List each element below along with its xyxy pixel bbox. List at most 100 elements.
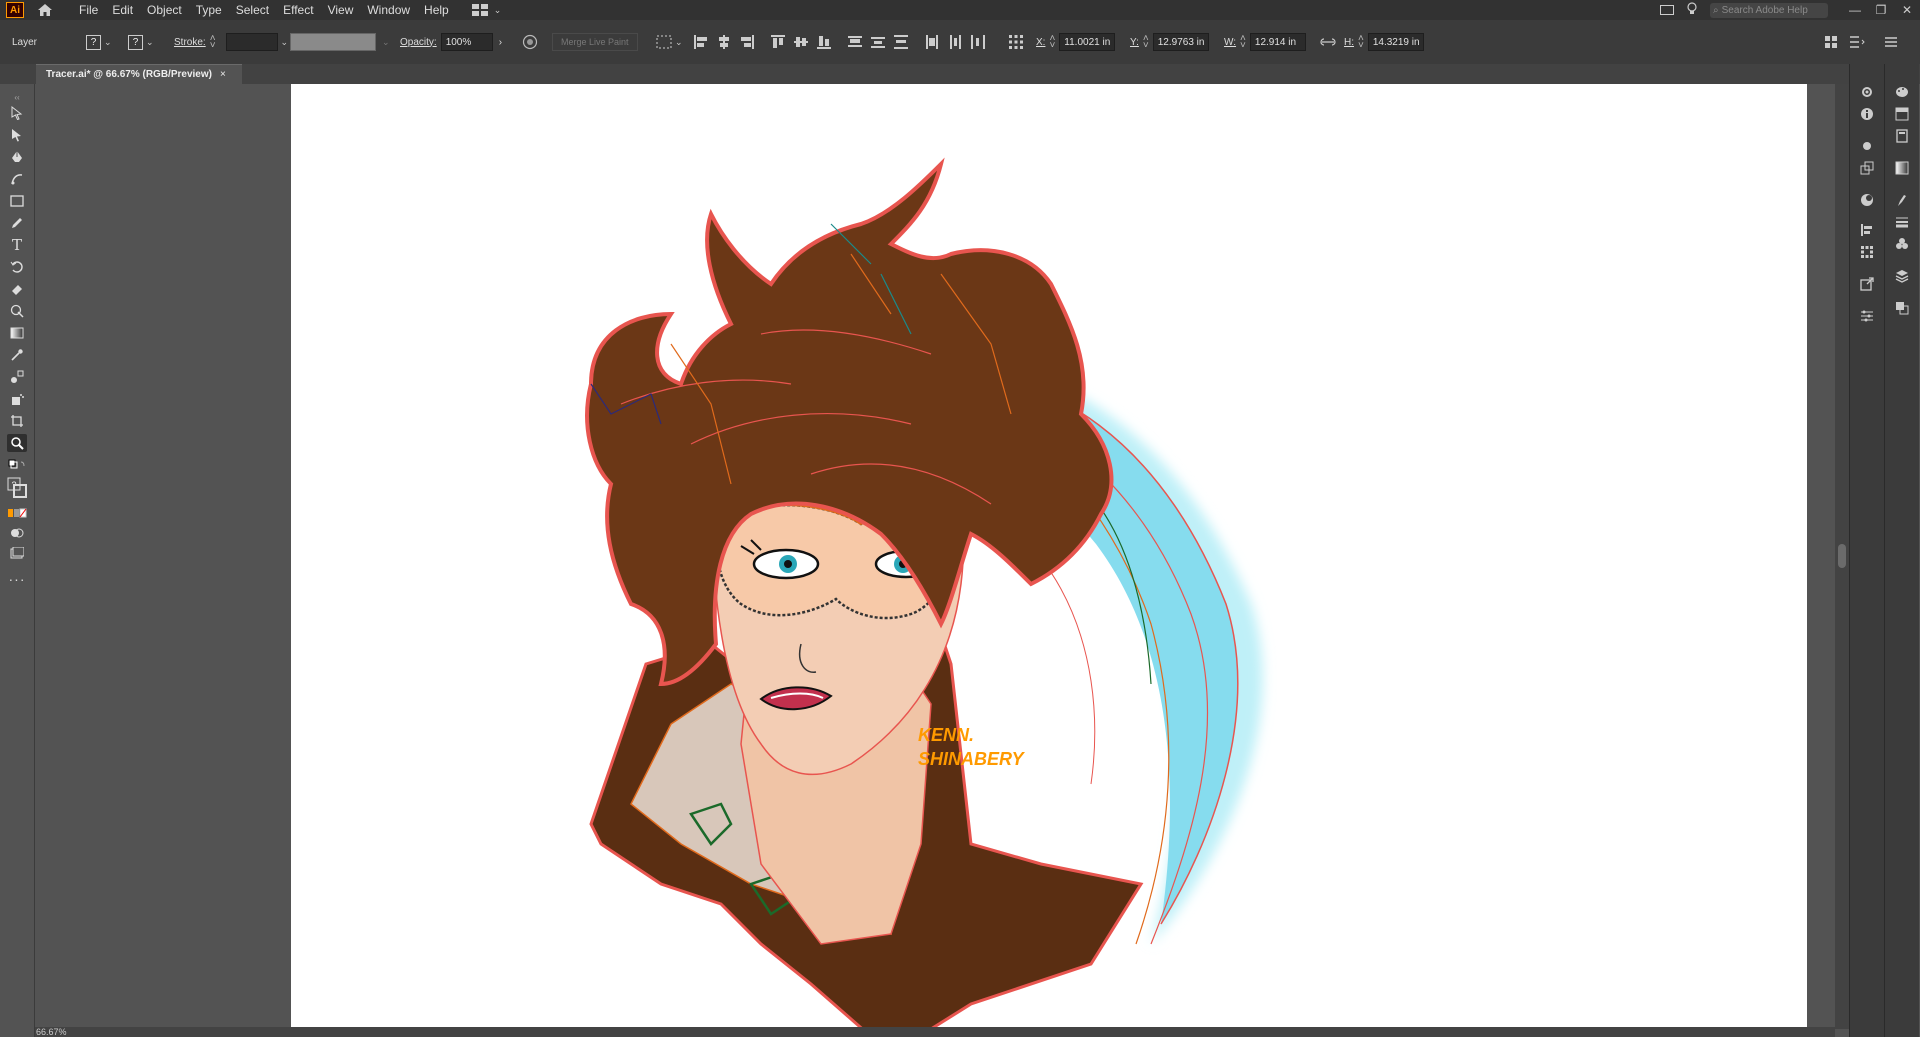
constrain-proportions-icon[interactable] xyxy=(1320,20,1336,64)
info-icon[interactable] xyxy=(1859,106,1875,122)
width-field[interactable]: 12.914 in xyxy=(1249,33,1306,51)
fill-selector[interactable]: ? ⌄ xyxy=(86,20,112,64)
stroke-panel-icon[interactable] xyxy=(1894,214,1910,230)
scroll-thumb[interactable] xyxy=(1838,544,1846,568)
properties-gear-icon[interactable] xyxy=(1859,84,1875,100)
minimize-button[interactable]: — xyxy=(1842,3,1868,17)
arrange-panels-icon[interactable] xyxy=(1824,20,1838,64)
gradient-tool-icon[interactable] xyxy=(7,324,27,342)
align-left-icon[interactable] xyxy=(694,35,708,49)
stroke-swatch[interactable]: ? xyxy=(128,34,143,50)
swatches-icon[interactable] xyxy=(1894,106,1910,122)
distribute-center-h-icon[interactable] xyxy=(948,35,962,49)
h-stepper[interactable]: ˄ ˅ xyxy=(1358,34,1364,51)
search-input[interactable]: ⌕ Search Adobe Help xyxy=(1710,2,1828,18)
shape-builder-tool-icon[interactable] xyxy=(7,302,27,320)
y-stepper[interactable]: ˄ ˅ xyxy=(1143,34,1149,51)
menu-type[interactable]: Type xyxy=(189,0,229,20)
zoom-tool-icon[interactable] xyxy=(7,434,27,452)
chevron-down-icon[interactable]: ⌄ xyxy=(281,37,289,48)
align-to-dropdown[interactable]: ⌄ xyxy=(656,20,683,64)
drawing-mode-icon[interactable] xyxy=(7,524,27,542)
curvature-tool-icon[interactable] xyxy=(7,170,27,188)
grid-icon[interactable] xyxy=(1859,244,1875,260)
layers-icon[interactable] xyxy=(1894,268,1910,284)
fill-stroke-swatches[interactable]: ? xyxy=(7,476,27,500)
sliders-icon[interactable] xyxy=(1859,308,1875,324)
align-center-v-icon[interactable] xyxy=(794,35,808,49)
rotate-tool-icon[interactable] xyxy=(7,258,27,276)
align-top-icon[interactable] xyxy=(771,35,785,49)
book-icon[interactable] xyxy=(1894,128,1910,144)
pen-tool-icon[interactable] xyxy=(7,148,27,166)
chevron-right-icon[interactable]: › xyxy=(499,37,502,48)
chevron-down-icon[interactable]: ⌄ xyxy=(382,37,390,48)
document-tab[interactable]: Tracer.ai* @ 66.67% (RGB/Preview) × xyxy=(36,64,242,84)
distribute-right-icon[interactable] xyxy=(971,35,985,49)
menu-hamburger-icon[interactable] xyxy=(1884,20,1898,64)
vertical-scrollbar[interactable] xyxy=(1835,84,1849,1029)
transform-icon[interactable] xyxy=(1859,160,1875,176)
menu-object[interactable]: Object xyxy=(140,0,189,20)
default-fill-stroke-icon[interactable] xyxy=(7,456,27,474)
home-icon[interactable] xyxy=(36,2,54,18)
artboard[interactable]: KENN. SHINABERY xyxy=(291,84,1807,1027)
panel-options-icon[interactable] xyxy=(1848,20,1866,64)
screen-mode-icon[interactable] xyxy=(7,544,27,562)
distribute-bottom-icon[interactable] xyxy=(894,35,908,49)
eyedropper-tool-icon[interactable] xyxy=(7,346,27,364)
tracer-artwork[interactable]: KENN. SHINABERY xyxy=(291,84,1807,1027)
stroke-weight-field[interactable] xyxy=(225,33,278,51)
selection-tool-icon[interactable] xyxy=(7,104,27,122)
fill-swatch[interactable]: ? xyxy=(86,34,101,50)
variable-width-profile[interactable] xyxy=(290,33,376,51)
menu-effect[interactable]: Effect xyxy=(276,0,320,20)
arrange-documents-icon[interactable] xyxy=(1660,5,1674,15)
menu-select[interactable]: Select xyxy=(229,0,276,20)
symbol-sprayer-tool-icon[interactable] xyxy=(7,390,27,408)
menu-edit[interactable]: Edit xyxy=(105,0,140,20)
transform-reference-icon[interactable] xyxy=(1008,20,1024,64)
x-stepper[interactable]: ˄ ˅ xyxy=(1049,34,1055,51)
sun-brightness-icon[interactable] xyxy=(1859,138,1875,154)
direct-selection-tool-icon[interactable] xyxy=(7,126,27,144)
color-mode-icons[interactable] xyxy=(7,504,27,522)
eraser-tool-icon[interactable] xyxy=(7,280,27,298)
color-palette-icon[interactable] xyxy=(1894,84,1910,100)
distribute-center-v-icon[interactable] xyxy=(871,35,885,49)
app-logo[interactable]: Ai xyxy=(6,2,24,18)
type-tool-icon[interactable]: T xyxy=(7,236,27,254)
close-tab-icon[interactable]: × xyxy=(220,69,226,80)
height-field[interactable]: 14.3219 in xyxy=(1367,33,1424,51)
artboards-panel-icon[interactable] xyxy=(1894,300,1910,316)
pencil-tool-icon[interactable] xyxy=(7,214,27,232)
align-bottom-icon[interactable] xyxy=(817,35,831,49)
menu-window[interactable]: Window xyxy=(360,0,417,20)
stroke-selector[interactable]: ? ⌄ xyxy=(128,20,154,64)
lightbulb-icon[interactable] xyxy=(1686,1,1698,19)
horizontal-scrollbar[interactable] xyxy=(35,1027,1835,1037)
x-field[interactable]: 11.0021 in xyxy=(1059,33,1116,51)
symbols-icon[interactable] xyxy=(1894,236,1910,252)
close-window-button[interactable]: ✕ xyxy=(1894,3,1920,17)
align-right-icon[interactable] xyxy=(740,35,754,49)
blend-tool-icon[interactable] xyxy=(7,368,27,386)
rectangle-tool-icon[interactable] xyxy=(7,192,27,210)
recolor-icon[interactable] xyxy=(522,20,538,64)
stroke-label[interactable]: Stroke: xyxy=(174,37,206,48)
gradient-panel-icon[interactable] xyxy=(1894,160,1910,176)
appearance-icon[interactable] xyxy=(1859,192,1875,208)
opacity-field[interactable]: 100% xyxy=(440,33,493,51)
align-center-h-icon[interactable] xyxy=(717,35,731,49)
zoom-level-status[interactable]: 66.67% xyxy=(36,1027,67,1037)
menu-help[interactable]: Help xyxy=(417,0,456,20)
menu-file[interactable]: File xyxy=(72,0,105,20)
opacity-label[interactable]: Opacity: xyxy=(400,37,437,48)
merge-live-paint-button[interactable]: Merge Live Paint xyxy=(552,33,638,51)
y-field[interactable]: 12.9763 in xyxy=(1152,33,1209,51)
distribute-top-icon[interactable] xyxy=(848,35,862,49)
more-tools-icon[interactable]: ··· xyxy=(7,570,27,588)
distribute-left-icon[interactable] xyxy=(925,35,939,49)
artboard-tool-icon[interactable] xyxy=(7,412,27,430)
brushes-icon[interactable] xyxy=(1894,192,1910,208)
